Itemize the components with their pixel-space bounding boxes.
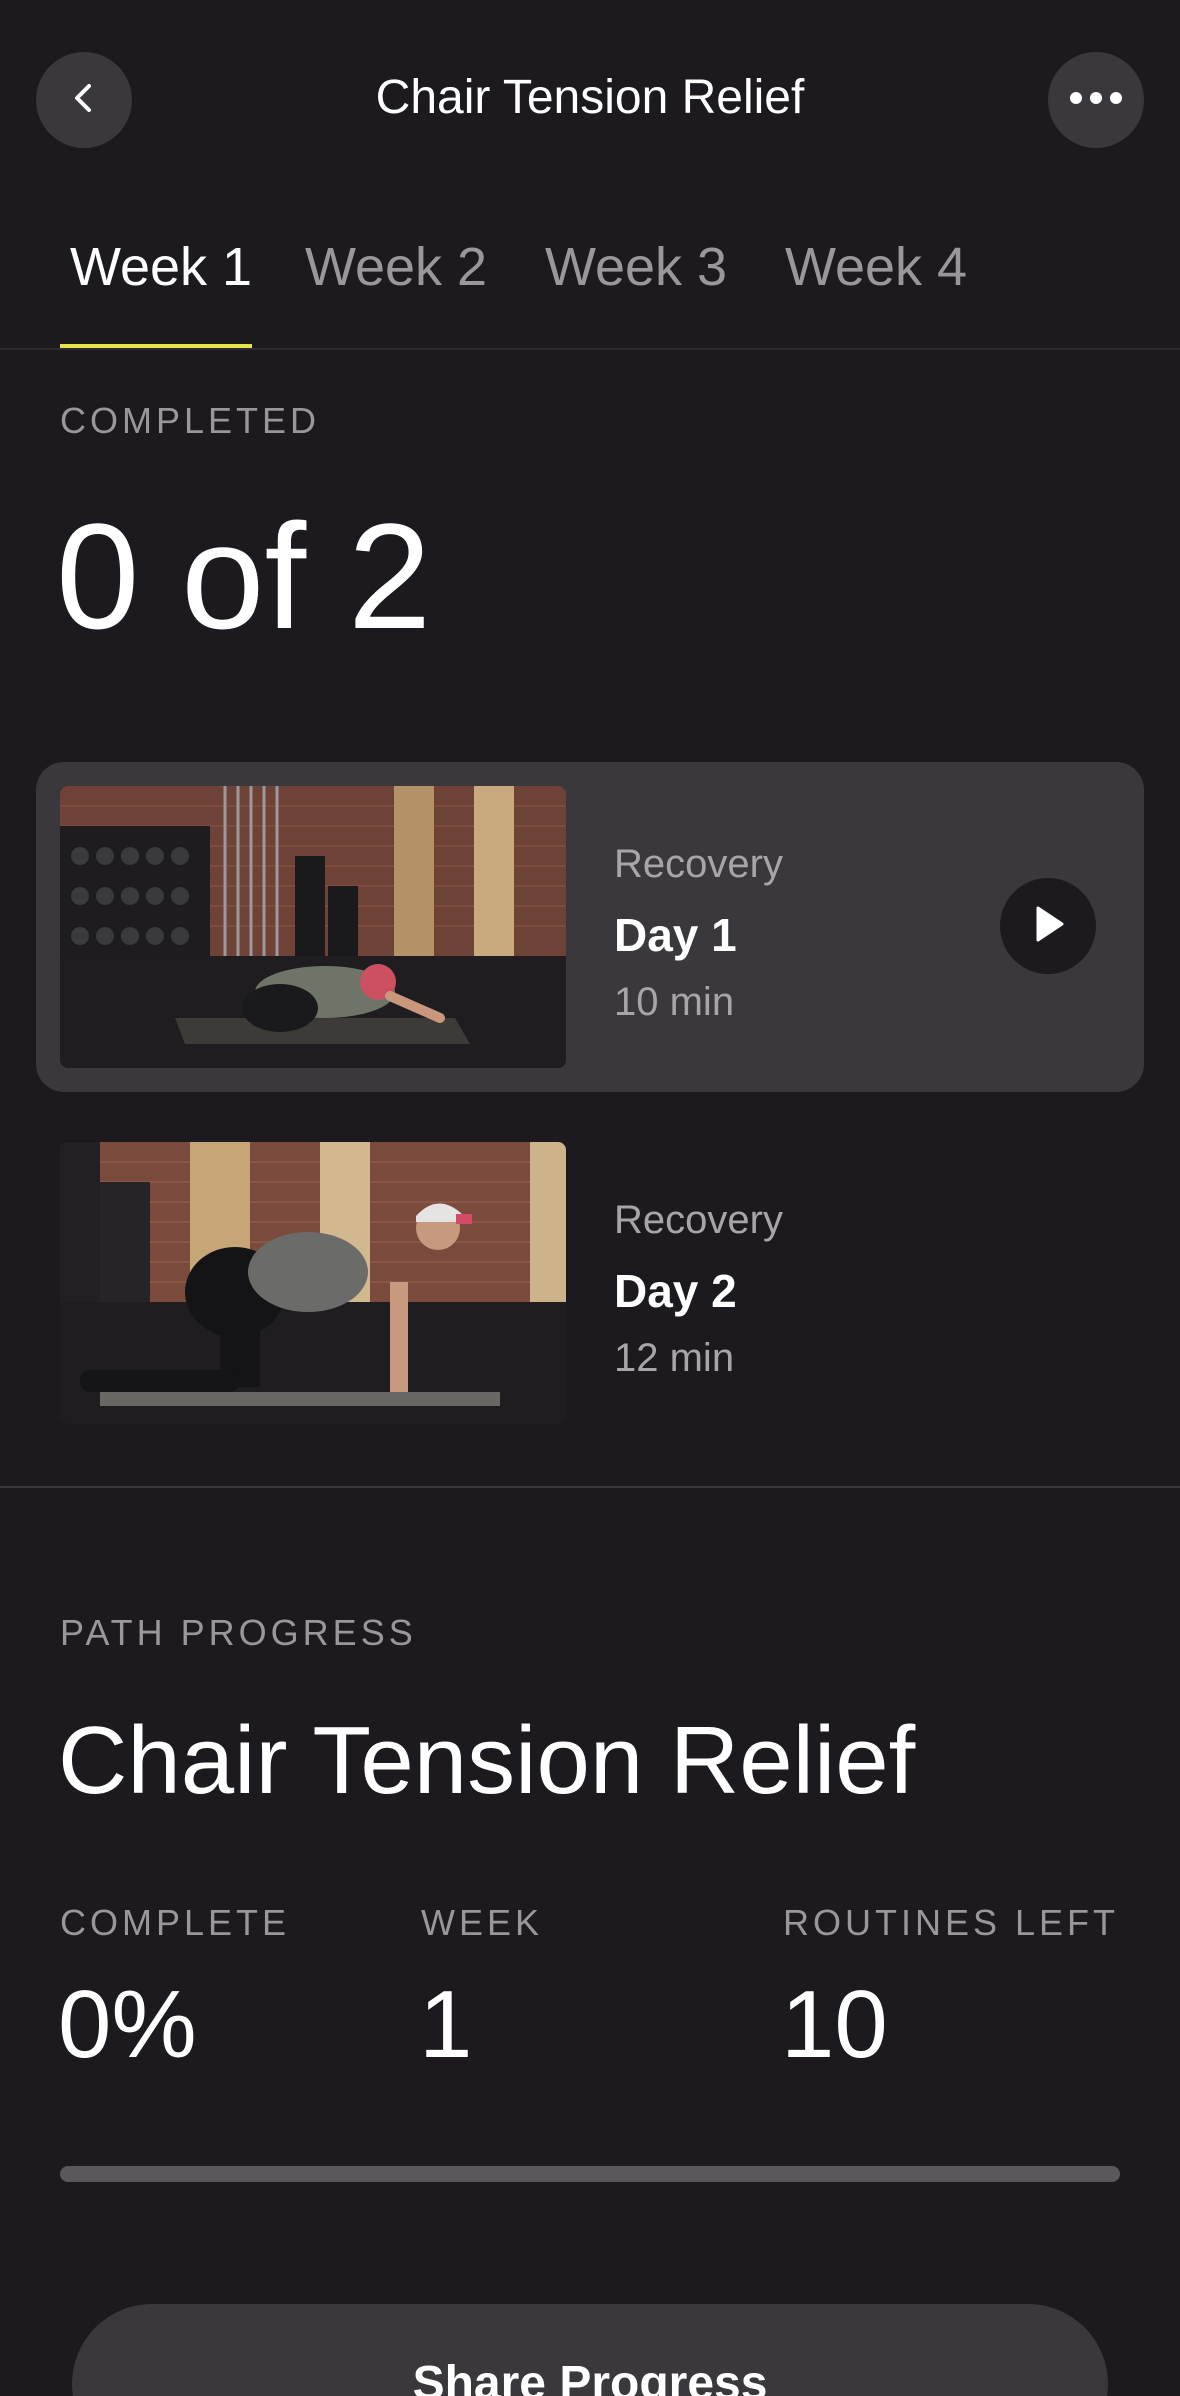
stat-complete-label: COMPLETE bbox=[60, 1902, 291, 1943]
routine-thumbnail-day-2 bbox=[60, 1142, 566, 1424]
routine-title: Day 2 bbox=[614, 1265, 737, 1317]
page-title: Chair Tension Relief bbox=[375, 71, 805, 124]
routine-duration: 10 min bbox=[614, 980, 735, 1024]
routine-category: Recovery bbox=[614, 1198, 783, 1242]
path-title: Chair Tension Relief bbox=[58, 1707, 916, 1814]
play-button[interactable] bbox=[1000, 878, 1096, 974]
stat-routines-left-value: 10 bbox=[781, 1971, 888, 2078]
active-tab-indicator bbox=[60, 344, 252, 348]
stat-week-label: WEEK bbox=[421, 1902, 544, 1943]
completed-count: 0 of 2 bbox=[56, 492, 432, 660]
share-progress-button[interactable]: Share Progress bbox=[72, 2304, 1108, 2396]
routine-title: Day 1 bbox=[614, 909, 737, 961]
stat-routines-left-label: ROUTINES LEFT bbox=[783, 1902, 1120, 1943]
section-divider bbox=[0, 1486, 1180, 1488]
routine-card-day-2[interactable]: Recovery Day 2 12 min bbox=[36, 1118, 1144, 1448]
more-options-button[interactable] bbox=[1048, 52, 1144, 148]
path-progress-bar bbox=[60, 2166, 1120, 2182]
tab-week-4[interactable]: Week 4 bbox=[785, 236, 967, 298]
play-icon bbox=[1028, 904, 1068, 949]
more-horizontal-icon bbox=[1066, 88, 1126, 113]
tab-week-3[interactable]: Week 3 bbox=[545, 236, 727, 298]
routine-card-day-1[interactable]: Recovery Day 1 10 min bbox=[36, 762, 1144, 1092]
routine-category: Recovery bbox=[614, 842, 783, 886]
path-detail-screen: Chair Tension Relief Week 1 Week 2 Week … bbox=[0, 0, 1180, 2396]
routine-duration: 12 min bbox=[614, 1336, 735, 1380]
completed-label: COMPLETED bbox=[60, 400, 321, 441]
path-progress-label: PATH PROGRESS bbox=[60, 1612, 417, 1653]
header: Chair Tension Relief bbox=[0, 0, 1180, 190]
routine-thumbnail-day-1 bbox=[60, 786, 566, 1068]
stat-complete-value: 0% bbox=[58, 1971, 197, 2078]
tab-week-1[interactable]: Week 1 bbox=[70, 236, 252, 298]
week-tabs: Week 1 Week 2 Week 3 Week 4 bbox=[0, 230, 1180, 350]
tab-week-2[interactable]: Week 2 bbox=[305, 236, 487, 298]
stat-week-value: 1 bbox=[419, 1971, 473, 2078]
